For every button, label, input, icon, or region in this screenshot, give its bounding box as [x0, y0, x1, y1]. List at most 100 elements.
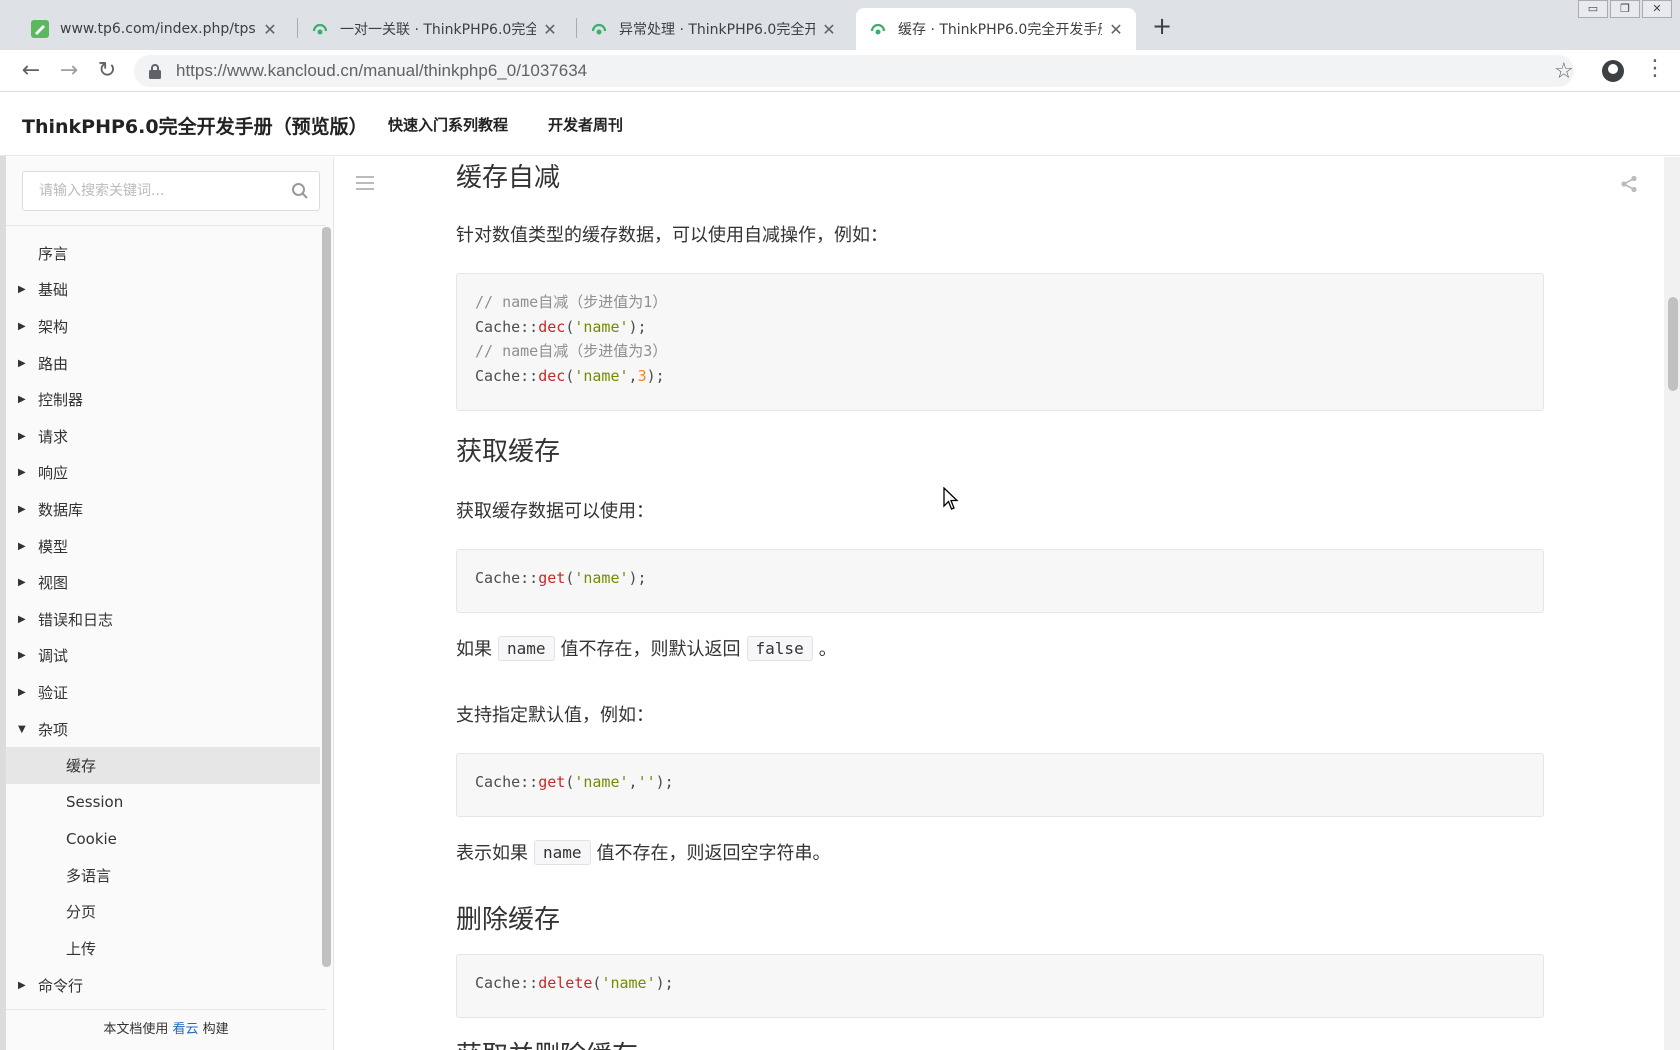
minimize-icon[interactable]: ▭: [1578, 0, 1608, 18]
sidebar: 序言 ▶ 基础 ▶ 架构 ▶ 路由 ▶ 控制器 ▶ 请求 ▶ 响应 ▶ 数据库 ▶ 模型 ▶ 视图 ▶ 错误和日志 ▶ 调试…: [6, 157, 334, 1050]
site-title[interactable]: ThinkPHP6.0完全开发手册（预览版）: [22, 112, 368, 139]
page-scrollbar[interactable]: [1664, 157, 1680, 1050]
kancloud-icon: [310, 19, 330, 39]
toc-item[interactable]: 序言: [6, 235, 320, 272]
caret-right-icon[interactable]: ▶: [18, 980, 28, 991]
browser-tab-2[interactable]: 一对一关联 · ThinkPHP6.0完全开 ✕: [298, 8, 570, 50]
sidebar-divider: [6, 225, 326, 226]
share-icon[interactable]: [1620, 175, 1638, 193]
address-bar[interactable]: https://www.kancloud.cn/manual/thinkphp6…: [134, 55, 1574, 87]
toc-item[interactable]: ▶ 调试: [6, 638, 320, 675]
caret-right-icon[interactable]: ▶: [18, 431, 28, 442]
code-open: (: [565, 773, 575, 791]
toc-item-label: 架构: [38, 317, 69, 336]
toc-item[interactable]: ▶ 命令行: [6, 967, 320, 1004]
caret-right-icon[interactable]: ▶: [18, 504, 28, 515]
toc-item[interactable]: ▶ 控制器: [6, 381, 320, 418]
reload-icon[interactable]: ↻: [94, 58, 120, 84]
toc-item[interactable]: Cookie: [6, 821, 320, 858]
caret-right-icon[interactable]: ▶: [18, 358, 28, 369]
search-icon[interactable]: [291, 182, 309, 200]
close-icon[interactable]: ✕: [1108, 20, 1124, 39]
close-icon[interactable]: ✕: [542, 20, 558, 39]
page-scrollbar-thumb[interactable]: [1668, 297, 1678, 391]
toc-item-label: 分页: [66, 903, 97, 922]
code-sep: ::: [520, 317, 539, 336]
footer-suffix: 构建: [202, 1022, 229, 1037]
table-of-contents: 序言 ▶ 基础 ▶ 架构 ▶ 路由 ▶ 控制器 ▶ 请求 ▶ 响应 ▶ 数据库 ▶ 模型 ▶ 视图 ▶ 错误和日志 ▶ 调试…: [6, 235, 320, 1003]
paragraph-dec: 针对数值类型的缓存数据，可以使用自减操作，例如：: [456, 225, 888, 246]
close-icon[interactable]: ✕: [262, 20, 278, 39]
caret-right-icon[interactable]: ▶: [18, 467, 28, 478]
lock-icon: [149, 64, 161, 79]
browser-tab-active[interactable]: 缓存 · ThinkPHP6.0完全开发手册 ✕: [856, 8, 1136, 50]
toc-item[interactable]: ▶ 响应: [6, 455, 320, 492]
toc-item[interactable]: ▶ 视图: [6, 564, 320, 601]
browser-menu-icon[interactable]: ⋮: [1644, 58, 1666, 80]
toc-item[interactable]: 缓存: [6, 747, 320, 784]
caret-right-icon[interactable]: ▶: [18, 541, 28, 552]
inline-code-name: name: [534, 839, 591, 865]
restore-icon[interactable]: ❐: [1610, 0, 1640, 18]
caret-right-icon[interactable]: ▶: [18, 394, 28, 405]
code-fn: get: [538, 569, 566, 587]
code-open: (: [565, 569, 575, 587]
caret-right-icon[interactable]: ▶: [18, 284, 28, 295]
toc-item[interactable]: 上传: [6, 930, 320, 967]
code-arg: 'name': [601, 974, 656, 992]
search-input[interactable]: [23, 172, 283, 210]
code-class: Cache: [475, 317, 521, 336]
close-icon[interactable]: ✕: [821, 20, 837, 39]
toc-item-label: 路由: [38, 354, 69, 373]
inline-code-false: false: [746, 635, 813, 661]
back-arrow-icon[interactable]: ←: [18, 58, 44, 84]
green-pen-icon: [30, 19, 50, 39]
toc-item-label: 控制器: [38, 391, 84, 410]
toc-item[interactable]: ▼ 杂项: [6, 711, 320, 748]
kancloud-link[interactable]: 看云: [172, 1022, 198, 1037]
tab-title: 缓存 · ThinkPHP6.0完全开发手册: [898, 22, 1102, 38]
kancloud-icon: [589, 19, 609, 39]
caret-right-icon[interactable]: ▶: [18, 321, 28, 332]
toc-item[interactable]: 多语言: [6, 857, 320, 894]
code-fn: dec: [538, 366, 566, 385]
nav-link-weekly[interactable]: 开发者周刊: [548, 114, 623, 135]
toc-item[interactable]: ▶ 架构: [6, 308, 320, 345]
nav-link-quickstart[interactable]: 快速入门系列教程: [388, 114, 508, 135]
toc-toggle-icon[interactable]: [356, 175, 374, 191]
new-tab-plus-icon[interactable]: +: [1148, 12, 1176, 40]
toc-item[interactable]: ▶ 请求: [6, 418, 320, 455]
caret-right-icon[interactable]: ▶: [18, 650, 28, 661]
toc-item[interactable]: Session: [6, 784, 320, 821]
forward-arrow-icon[interactable]: →: [56, 58, 82, 84]
toc-item[interactable]: ▶ 验证: [6, 674, 320, 711]
browser-tab-1[interactable]: www.tp6.com/index.php/tpshc ✕: [18, 8, 290, 50]
toc-item[interactable]: ▶ 模型: [6, 528, 320, 565]
caret-right-icon[interactable]: ▶: [18, 577, 28, 588]
code-fn: get: [538, 773, 566, 791]
toc-item[interactable]: ▶ 数据库: [6, 491, 320, 528]
toc-item[interactable]: ▶ 路由: [6, 345, 320, 382]
code-sep: ::: [520, 773, 539, 791]
sidebar-scrollbar[interactable]: [322, 227, 331, 967]
footer-prefix: 本文档使用: [103, 1022, 169, 1037]
code-fn: dec: [538, 317, 566, 336]
bookmark-star-icon[interactable]: ☆: [1554, 59, 1574, 84]
code-close: );: [628, 317, 647, 336]
toc-item[interactable]: ▶ 基础: [6, 272, 320, 309]
code-block-get-default: Cache::get('name','');: [456, 753, 1544, 817]
site-header: ThinkPHP6.0完全开发手册（预览版） 快速入门系列教程 开发者周刊: [0, 92, 1680, 156]
window-close-icon[interactable]: ✕: [1642, 0, 1672, 18]
caret-right-icon[interactable]: ▶: [18, 614, 28, 625]
toc-item[interactable]: 分页: [6, 894, 320, 931]
code-sep: ::: [520, 569, 539, 587]
caret-down-icon[interactable]: ▼: [18, 724, 28, 735]
paragraph-default-value: 支持指定默认值，例如：: [456, 705, 654, 726]
url-text: https://www.kancloud.cn/manual/thinkphp6…: [176, 61, 588, 80]
mouse-cursor-icon: [943, 487, 959, 510]
browser-tab-3[interactable]: 异常处理 · ThinkPHP6.0完全开发 ✕: [577, 8, 849, 50]
code-block-delete: Cache::delete('name');: [456, 954, 1544, 1018]
caret-right-icon[interactable]: ▶: [18, 687, 28, 698]
toc-item[interactable]: ▶ 错误和日志: [6, 601, 320, 638]
profile-avatar-icon[interactable]: [1602, 60, 1624, 82]
